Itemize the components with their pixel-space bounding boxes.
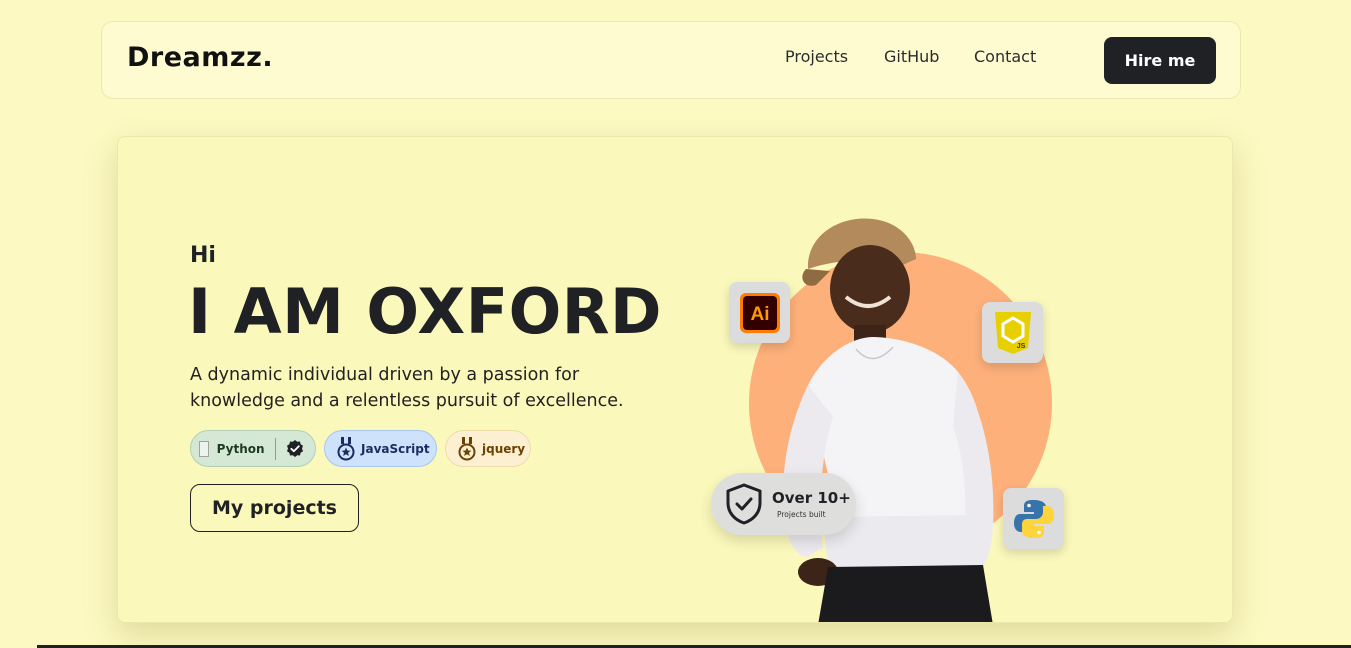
medal-icon [337,436,355,461]
projects-stat-card: Over 10+ Projects built [711,473,856,535]
hero-tagline: A dynamic individual driven by a passion… [190,365,624,411]
svg-text:JS: JS [1016,343,1025,350]
badge-label: Python [216,441,265,456]
navbar: Dreamzz. Projects GitHub Contact Hire me [101,21,1241,99]
my-projects-button[interactable]: My projects [190,484,359,532]
broken-image-icon [199,440,209,457]
nav-link-projects[interactable]: Projects [785,47,848,66]
badge-label: jquery [482,441,526,456]
badge-label: JavaScript [361,441,430,456]
hero-card: Hi I AM OXFORD A dynamic individual driv… [117,136,1233,623]
profile-photo [778,197,1078,622]
hero-greeting: Hi [190,243,216,268]
adobe-illustrator-icon: Ai [729,282,790,343]
svg-text:Ai: Ai [750,304,769,325]
stat-title: Over 10+ [772,489,851,507]
brand-logo[interactable]: Dreamzz. [127,42,273,73]
nav-link-contact[interactable]: Contact [974,47,1036,66]
nav-link-github[interactable]: GitHub [884,47,939,66]
shield-check-icon [725,483,763,529]
skill-badges: Python JavaScript jquery [190,430,531,467]
check-circle-icon [285,439,305,459]
python-icon [1003,488,1064,549]
javascript-icon: JS [982,302,1043,363]
medal-icon [458,436,476,461]
badge-javascript[interactable]: JavaScript [324,430,437,467]
badge-python[interactable]: Python [190,430,316,467]
badge-jquery[interactable]: jquery [445,430,531,467]
hire-me-button[interactable]: Hire me [1104,37,1216,84]
hero-headline: I AM OXFORD [188,275,662,348]
stat-subtitle: Projects built [777,510,826,519]
